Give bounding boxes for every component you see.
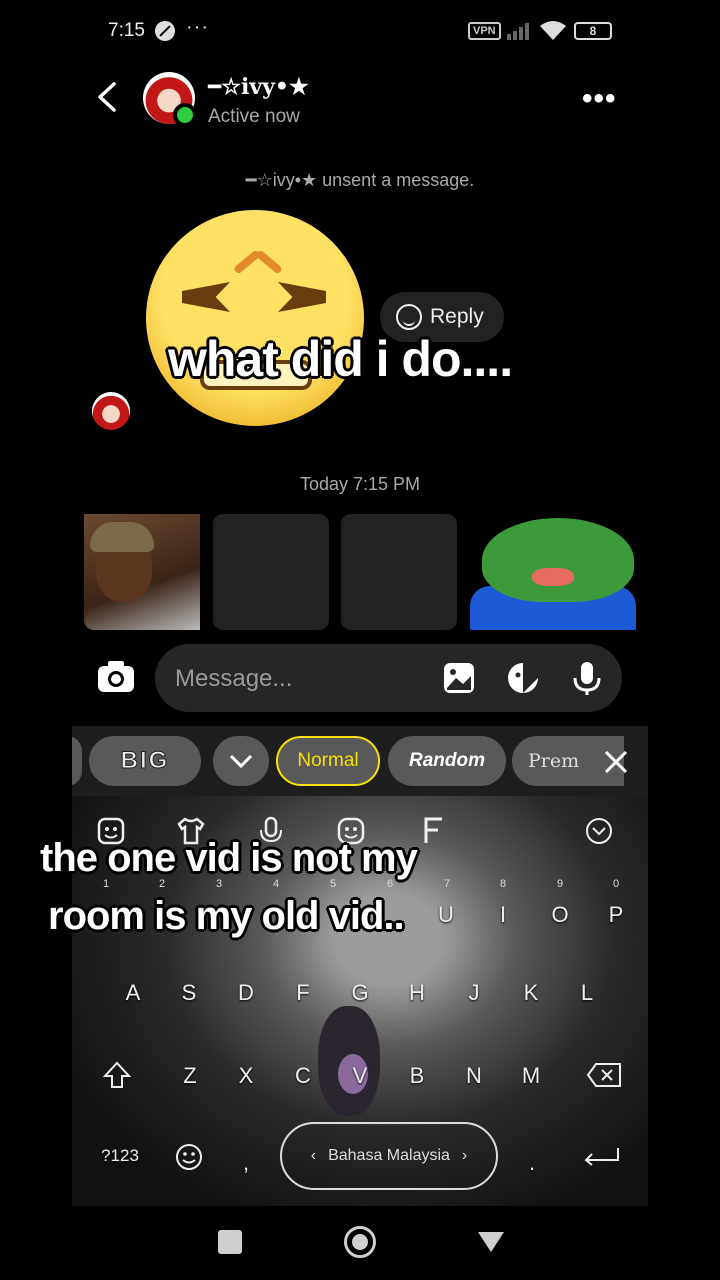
vpn-badge: VPN: [468, 22, 501, 40]
reply-label: Reply: [430, 305, 484, 328]
sticker-hat: [90, 522, 154, 552]
camera-icon[interactable]: [96, 658, 136, 696]
emoji-sticker-message[interactable]: [146, 210, 364, 426]
online-indicator: [173, 103, 197, 127]
video-caption-line1: the one vid is not my: [40, 836, 418, 880]
key-h[interactable]: H: [397, 980, 437, 1006]
signal-icon: [507, 23, 529, 40]
video-caption-top: what did i do....: [168, 331, 513, 387]
key-c[interactable]: C: [283, 1063, 323, 1089]
sticker-icon[interactable]: [505, 660, 541, 696]
key-f[interactable]: F: [283, 980, 323, 1006]
sticker-pepe-head: [482, 518, 634, 602]
sticker-suggestions: [84, 514, 640, 630]
number-hint: 8: [500, 878, 507, 890]
gallery-icon[interactable]: [441, 660, 477, 696]
emoji-eye: [278, 282, 326, 312]
key-s[interactable]: S: [169, 980, 209, 1006]
chevron-down-icon[interactable]: [213, 736, 269, 786]
chevron-right-icon: ›: [461, 1147, 468, 1164]
key-g[interactable]: G: [340, 980, 380, 1006]
key-j[interactable]: J: [454, 980, 494, 1006]
key-n[interactable]: N: [454, 1063, 494, 1089]
enter-icon[interactable]: [582, 1146, 622, 1166]
key-d[interactable]: D: [226, 980, 266, 1006]
sticker-placeholder[interactable]: [213, 514, 329, 630]
back-triangle-icon[interactable]: [478, 1232, 504, 1252]
status-bar: 7:15 ··· VPN 8: [0, 0, 720, 62]
number-hint: 9: [557, 878, 564, 890]
keyboard: BIG Normal Random Prem 1 2 3 4 5 6 7 8 9…: [72, 726, 648, 1206]
home-icon[interactable]: [344, 1226, 376, 1258]
sender-avatar: [92, 392, 130, 430]
system-nav-bar: [72, 1206, 648, 1280]
key-k[interactable]: K: [511, 980, 551, 1006]
key-i[interactable]: I: [483, 902, 523, 928]
battery-indicator: 8: [574, 22, 612, 40]
backspace-icon[interactable]: [586, 1062, 622, 1088]
key-v[interactable]: V: [340, 1063, 380, 1089]
font-style-random[interactable]: Random: [388, 736, 506, 786]
spacebar[interactable]: ‹ Bahasa Malaysia ›: [280, 1122, 498, 1190]
key-u[interactable]: U: [426, 902, 466, 928]
key-m[interactable]: M: [511, 1063, 551, 1089]
more-options-icon[interactable]: •••: [582, 82, 617, 116]
key-z[interactable]: Z: [170, 1063, 210, 1089]
shift-icon[interactable]: [102, 1060, 132, 1090]
message-placeholder: Message...: [175, 665, 293, 692]
font-style-normal[interactable]: Normal: [276, 736, 380, 786]
symbols-key[interactable]: ?123: [100, 1146, 140, 1166]
chat-header: ━☆ivy•★ Active now •••: [0, 66, 720, 136]
recents-icon[interactable]: [218, 1230, 242, 1254]
key-o[interactable]: O: [540, 902, 580, 928]
key-p[interactable]: P: [596, 902, 636, 928]
spacebar-language: Bahasa Malaysia: [328, 1147, 450, 1164]
comma-key[interactable]: ,: [226, 1150, 266, 1176]
collapse-keyboard-icon[interactable]: [584, 816, 614, 846]
status-more: ···: [186, 16, 209, 38]
font-icon[interactable]: [418, 816, 448, 846]
microphone-icon[interactable]: [569, 660, 605, 696]
font-style-big[interactable]: BIG: [89, 736, 201, 786]
back-arrow-icon[interactable]: [92, 80, 126, 114]
message-input[interactable]: Message...: [155, 644, 622, 712]
status-time: 7:15: [108, 20, 145, 41]
close-icon[interactable]: [602, 748, 630, 776]
number-hint: 0: [613, 878, 620, 890]
sticker-placeholder[interactable]: [341, 514, 457, 630]
unsent-notice: ━☆ivy•★ unsent a message.: [245, 170, 475, 190]
emoji-eye: [182, 282, 230, 312]
contact-name[interactable]: ━☆ivy•★: [208, 74, 309, 100]
emoji-brow: [232, 249, 262, 275]
smile-icon: [396, 304, 422, 330]
message-timestamp: Today 7:15 PM: [299, 474, 421, 494]
key-b[interactable]: B: [397, 1063, 437, 1089]
wifi-icon: [540, 21, 566, 40]
key-l[interactable]: L: [567, 980, 607, 1006]
key-x[interactable]: X: [226, 1063, 266, 1089]
emoji-icon[interactable]: [174, 1142, 204, 1172]
number-hint: 7: [444, 878, 451, 890]
period-key[interactable]: .: [512, 1150, 552, 1176]
font-style-stub[interactable]: [72, 736, 82, 786]
key-a[interactable]: A: [113, 980, 153, 1006]
sticker-person[interactable]: [84, 514, 200, 630]
font-style-toolbar: BIG Normal Random Prem: [72, 726, 648, 796]
sticker-pepe-mouth: [532, 568, 574, 586]
dnd-icon: [155, 21, 175, 41]
video-caption-line2: room is my old vid..: [48, 894, 405, 938]
chevron-left-icon: ‹: [310, 1147, 317, 1164]
contact-status: Active now: [208, 106, 300, 127]
sticker-pepe[interactable]: [470, 514, 636, 630]
